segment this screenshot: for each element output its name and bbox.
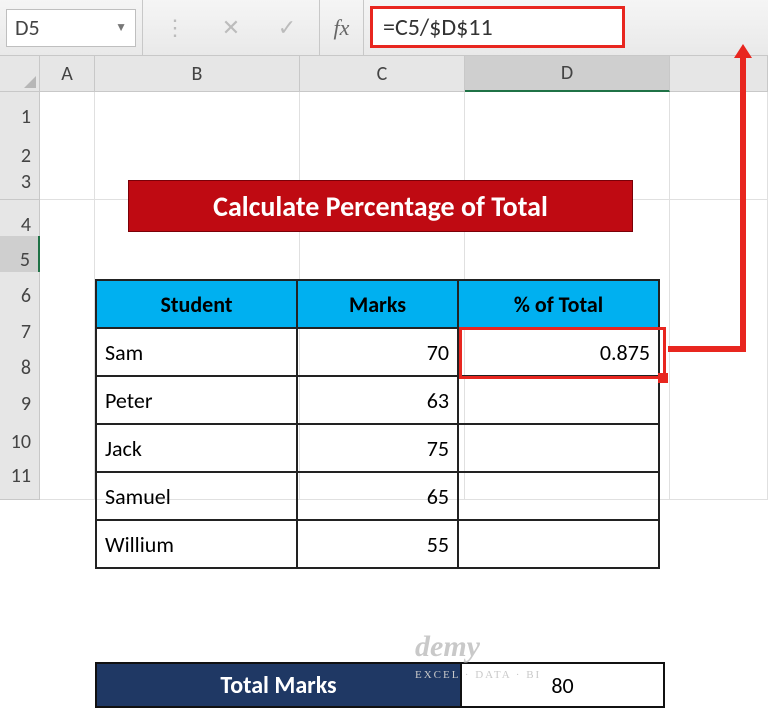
fill-handle[interactable] — [658, 373, 668, 383]
formula-input-wrap: =C5/$D$11 — [364, 0, 768, 55]
formula-input[interactable]: =C5/$D$11 — [370, 6, 625, 48]
dots-icon: ⋮ — [161, 14, 189, 42]
select-all-corner[interactable] — [0, 56, 40, 92]
cell-marks[interactable]: 55 — [297, 520, 458, 568]
table-header-row: Student Marks % of Total — [96, 280, 659, 328]
cell[interactable] — [40, 452, 95, 500]
col-head-B[interactable]: B — [95, 56, 300, 92]
cell-pct[interactable] — [458, 376, 659, 424]
name-box-value: D5 — [15, 14, 40, 41]
row-head-3[interactable]: 3 — [0, 164, 40, 200]
col-head-A[interactable]: A — [40, 56, 95, 92]
title-banner: Calculate Percentage of Total — [128, 180, 633, 232]
col-head-C[interactable]: C — [300, 56, 465, 92]
cell-marks[interactable]: 63 — [297, 376, 458, 424]
data-table: Student Marks % of Total Sam700.875Peter… — [95, 279, 660, 569]
cell-student[interactable]: Jack — [96, 424, 297, 472]
cell[interactable] — [670, 164, 768, 200]
cell-student[interactable]: Samuel — [96, 472, 297, 520]
cell-student[interactable]: Willium — [96, 520, 297, 568]
cell-pct[interactable] — [458, 472, 659, 520]
cell-pct[interactable] — [458, 424, 659, 472]
name-box[interactable]: D5 ▼ — [6, 9, 136, 47]
accept-icon[interactable]: ✓ — [273, 14, 301, 42]
total-label[interactable]: Total Marks — [95, 662, 460, 708]
cell-marks[interactable]: 70 — [297, 328, 458, 376]
col-head-D[interactable]: D — [465, 56, 670, 92]
col-marks[interactable]: Marks — [297, 280, 458, 328]
formula-bar-buttons: ⋮ ✕ ✓ — [143, 0, 320, 55]
col-pct[interactable]: % of Total — [458, 280, 659, 328]
cell-marks[interactable]: 75 — [297, 424, 458, 472]
row-head-11[interactable]: 11 — [0, 452, 40, 500]
table-row[interactable]: Sam700.875 — [96, 328, 659, 376]
fx-icon[interactable]: fx — [320, 0, 364, 55]
formula-text: =C5/$D$11 — [383, 13, 493, 42]
annotation-arrow-h — [668, 346, 746, 352]
cell[interactable] — [40, 164, 95, 200]
table-row[interactable]: Peter63 — [96, 376, 659, 424]
cell-pct[interactable] — [458, 520, 659, 568]
table-row[interactable]: Jack75 — [96, 424, 659, 472]
annotation-arrow-v — [740, 52, 746, 352]
cell[interactable] — [670, 452, 768, 500]
chevron-down-icon[interactable]: ▼ — [115, 20, 127, 35]
cell-student[interactable]: Peter — [96, 376, 297, 424]
col-head-extra — [670, 56, 768, 92]
name-box-wrap: D5 ▼ — [0, 0, 143, 55]
total-value[interactable]: 80 — [460, 662, 665, 708]
table-row[interactable]: Willium55 — [96, 520, 659, 568]
formula-bar: D5 ▼ ⋮ ✕ ✓ fx =C5/$D$11 — [0, 0, 768, 56]
cell-marks[interactable]: 65 — [297, 472, 458, 520]
cell-student[interactable]: Sam — [96, 328, 297, 376]
total-row: Total Marks 80 — [95, 662, 665, 708]
table-row[interactable]: Samuel65 — [96, 472, 659, 520]
cancel-icon[interactable]: ✕ — [217, 14, 245, 42]
col-student[interactable]: Student — [96, 280, 297, 328]
cell-pct[interactable]: 0.875 — [458, 328, 659, 376]
